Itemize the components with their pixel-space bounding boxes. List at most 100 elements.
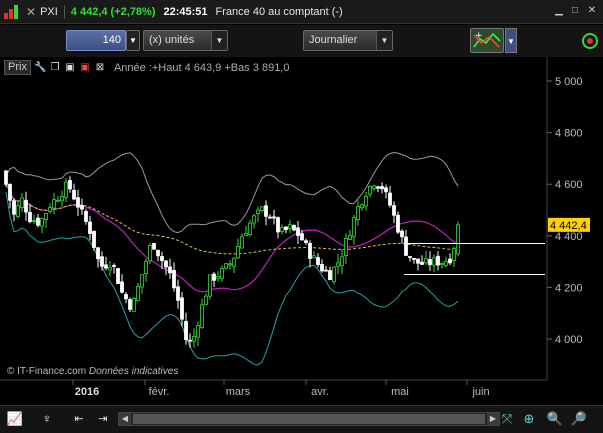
price-change: 4 442,4 (+2,78%) (70, 5, 156, 18)
candle-body (216, 276, 220, 279)
candle-body (224, 263, 228, 269)
candle-body (316, 257, 320, 265)
sync-icon[interactable] (580, 29, 600, 53)
quantity-input[interactable]: 140 (66, 30, 126, 51)
candle-body (308, 242, 312, 259)
unit-dropdown[interactable]: (x) unités ▼ (143, 30, 228, 51)
period-dropdown[interactable]: Journalier ▼ (303, 30, 393, 51)
candle-body (48, 207, 52, 213)
hand-icon[interactable]: ♆ (38, 410, 56, 428)
price-label[interactable]: Prix (4, 60, 31, 75)
candle-body (28, 211, 32, 223)
candle-body (64, 181, 68, 198)
x-tick-label: 2016 (75, 386, 99, 398)
alert-icon[interactable]: ▣ (79, 62, 91, 74)
y-tick-label: 4 000 (555, 334, 583, 346)
candle-body (344, 237, 348, 256)
candle-body (4, 170, 8, 185)
candle-body (92, 230, 96, 248)
period-dropdown-label: Journalier (309, 34, 358, 46)
zoom-area-icon[interactable]: ⊕ (520, 410, 538, 428)
minimize-icon[interactable]: ▁ (553, 5, 565, 17)
candle-body (160, 256, 164, 262)
candle-body (172, 270, 176, 289)
candle-body (72, 189, 76, 200)
chart-type-icon[interactable]: 📈 (6, 410, 24, 428)
candle-body (220, 268, 224, 279)
chart-settings-icon[interactable]: ▣ (64, 62, 76, 74)
candle-body (380, 186, 384, 190)
candle-body (268, 216, 272, 219)
watermark-source: © IT-Finance.com (7, 366, 87, 377)
chevron-down-icon: ▼ (129, 36, 137, 45)
fit-icon[interactable]: ⤧ (498, 410, 516, 428)
x-tick-label: juin (471, 386, 489, 398)
candle-body (256, 209, 260, 214)
maximize-icon[interactable]: □ (569, 5, 581, 17)
candle-body (68, 179, 72, 190)
candle-body (404, 236, 408, 256)
candle-body (168, 266, 172, 274)
candle-body (292, 224, 296, 231)
candle-body (56, 199, 60, 202)
candle-body (312, 255, 316, 259)
chevron-down-icon: ▼ (211, 31, 227, 50)
watermark-note: Données indicatives (88, 366, 179, 377)
candle-body (100, 256, 104, 267)
candle-body (8, 183, 12, 201)
candle-body (432, 257, 436, 266)
zoom-out-icon[interactable]: 🔎 (570, 410, 588, 428)
zoom-in-icon[interactable]: 🔍 (546, 410, 564, 428)
drawing-tools-menu-button[interactable]: ▼ (505, 28, 517, 53)
close-window-icon[interactable]: ✕ (586, 5, 598, 17)
candle-body (280, 227, 284, 232)
chart-legend: Prix 🔧 ❐ ▣ ▣ ⊠ Année :+Haut 4 643,9 +Bas… (4, 60, 289, 75)
candle-body (360, 204, 364, 209)
copy-icon[interactable]: ❐ (49, 62, 61, 74)
candle-body (96, 247, 100, 260)
close-indicator-icon[interactable]: ⊠ (94, 62, 106, 74)
scroll-thumb[interactable] (133, 414, 485, 424)
svg-text:+: + (475, 31, 483, 41)
candle-body (396, 214, 400, 233)
candle-body (368, 186, 372, 195)
candle-body (232, 257, 236, 267)
close-icon[interactable]: ✕ (26, 5, 36, 19)
candle-body (176, 286, 180, 301)
candle-body (244, 233, 248, 237)
candle-body (76, 197, 80, 208)
candle-body (208, 274, 212, 297)
scroll-end-icon[interactable]: ⇥ (94, 410, 112, 428)
candle-body (236, 246, 240, 259)
candle-body (448, 258, 452, 264)
scroll-start-icon[interactable]: ⇤ (70, 410, 88, 428)
x-tick-label: mars (226, 386, 251, 398)
candle-body (252, 215, 256, 224)
scroll-left-button[interactable]: ◀ (119, 413, 131, 425)
candle-body (184, 320, 188, 341)
candle-body (320, 264, 324, 272)
chart-scrollbar[interactable]: ◀ ▶ (118, 412, 500, 426)
ticker-symbol: PXI (40, 5, 58, 18)
candle-body (424, 258, 428, 264)
unit-dropdown-label: (x) unités (149, 34, 195, 46)
candle-body (228, 263, 232, 266)
candle-body (144, 261, 148, 274)
candle-body (80, 204, 84, 210)
candle-body (288, 224, 292, 229)
quantity-stepper[interactable]: ▼ (126, 30, 140, 51)
candle-body (332, 266, 336, 283)
candle-body (260, 206, 264, 211)
y-tick-label: 4 800 (555, 128, 583, 140)
y-tick-label: 4 600 (555, 179, 583, 191)
candle-body (420, 261, 424, 265)
year-high-low: Année :+Haut 4 643,9 +Bas 3 891,0 (113, 61, 290, 74)
instrument-name: France 40 au comptant (-) (215, 5, 343, 18)
wrench-icon[interactable]: 🔧 (34, 62, 46, 74)
drawing-tools-button[interactable]: + (470, 28, 504, 53)
price-chart[interactable]: 5 000 4 800 4 600 4 400 4 200 4 000 2016 févr.… (0, 57, 603, 405)
candle-body (20, 197, 24, 208)
candle-body (24, 199, 28, 213)
candle-body (376, 186, 380, 189)
candle-body (428, 259, 432, 266)
